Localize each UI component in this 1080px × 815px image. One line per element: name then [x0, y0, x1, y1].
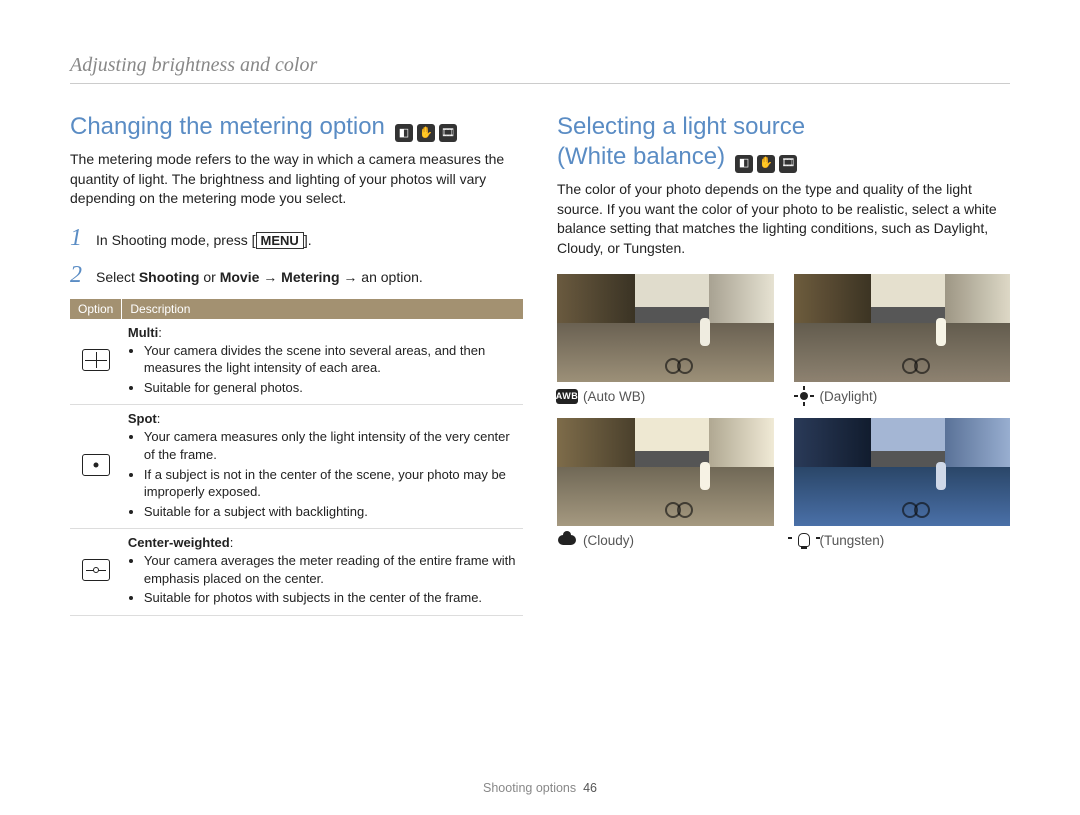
step-text-frag: → an option.	[340, 269, 423, 285]
left-intro: The metering mode refers to the way in w…	[70, 150, 523, 209]
step-text-frag: →	[259, 269, 281, 285]
wb-sample-tungsten: (Tungsten)	[794, 418, 1011, 548]
table-row: Spot: Your camera measures only the ligh…	[70, 405, 523, 529]
chapter-title: Adjusting brightness and color	[70, 54, 1010, 77]
option-bullet: Suitable for a subject with backlighting…	[144, 503, 517, 521]
wb-sample-auto: AWB (Auto WB)	[557, 274, 774, 404]
camera-p-icon: ◧	[735, 155, 753, 173]
title-line-2: (White balance)	[557, 142, 725, 172]
right-column: Selecting a light source (White balance)…	[557, 112, 1010, 616]
step-text-frag: or	[199, 269, 219, 285]
camera-p-icon: ◧	[395, 124, 413, 142]
right-section-title: Selecting a light source (White balance)…	[557, 112, 1010, 172]
daylight-icon	[794, 388, 814, 404]
metering-center-icon	[82, 559, 110, 581]
table-row: Multi: Your camera divides the scene int…	[70, 319, 523, 405]
page-footer: Shooting options 46	[70, 763, 1010, 795]
title-line-1: Selecting a light source	[557, 113, 805, 140]
tungsten-icon	[794, 532, 814, 548]
wb-sample-cloudy: (Cloudy)	[557, 418, 774, 548]
step-2: 2 Select Shooting or Movie → Metering → …	[70, 262, 523, 289]
wb-label-text: (Daylight)	[820, 389, 878, 404]
step-text-frag: ].	[304, 232, 312, 248]
option-bullet: Suitable for general photos.	[144, 379, 517, 397]
metering-spot-icon	[82, 454, 110, 476]
table-header: Description	[122, 299, 523, 319]
option-bullet: Your camera measures only the light inte…	[144, 428, 517, 463]
step-1: 1 In Shooting mode, press [MENU].	[70, 225, 523, 252]
step-bold: Shooting	[139, 269, 200, 285]
right-intro: The color of your photo depends on the t…	[557, 180, 1010, 258]
white-balance-grid: AWB (Auto WB) (Daylight)	[557, 274, 1010, 548]
table-header-row: Option Description	[70, 299, 523, 319]
wb-label-text: (Cloudy)	[583, 533, 634, 548]
wb-label-text: (Tungsten)	[820, 533, 885, 548]
left-section-title: Changing the metering option	[70, 112, 385, 142]
footer-section: Shooting options	[483, 781, 576, 795]
step-bold: Movie	[220, 269, 260, 285]
hand-icon: ✋	[757, 155, 775, 173]
auto-wb-icon: AWB	[557, 388, 577, 404]
option-bullet: Suitable for photos with subjects in the…	[144, 589, 517, 607]
wb-photo	[557, 418, 774, 526]
table-header: Option	[70, 299, 122, 319]
option-name: Multi	[128, 325, 158, 340]
divider	[70, 83, 1010, 84]
step-text: Select Shooting or Movie → Metering → an…	[96, 267, 523, 288]
step-text: In Shooting mode, press [MENU].	[96, 230, 523, 251]
option-name: Spot	[128, 411, 157, 426]
left-column: Changing the metering option ◧ ✋ 🎞 The m…	[70, 112, 523, 616]
option-bullet: Your camera averages the meter reading o…	[144, 552, 517, 587]
left-mode-icons: ◧ ✋ 🎞	[395, 124, 457, 142]
wb-sample-daylight: (Daylight)	[794, 274, 1011, 404]
menu-key: MENU	[256, 232, 304, 249]
option-bullet: Your camera divides the scene into sever…	[144, 342, 517, 377]
step-number: 1	[70, 225, 88, 252]
wb-photo	[557, 274, 774, 382]
film-icon: 🎞	[779, 155, 797, 173]
hand-icon: ✋	[417, 124, 435, 142]
step-text-frag: Select	[96, 269, 139, 285]
footer-page-number: 46	[583, 781, 597, 795]
film-icon: 🎞	[439, 124, 457, 142]
wb-photo	[794, 274, 1011, 382]
table-row: Center-weighted: Your camera averages th…	[70, 529, 523, 616]
option-bullet: If a subject is not in the center of the…	[144, 466, 517, 501]
step-bold: Metering	[281, 269, 339, 285]
step-text-frag: In Shooting mode, press [	[96, 232, 256, 248]
metering-multi-icon	[82, 349, 110, 371]
step-number: 2	[70, 262, 88, 289]
metering-options-table: Option Description Multi: Your camera di…	[70, 299, 523, 616]
wb-label-text: (Auto WB)	[583, 389, 645, 404]
option-name: Center-weighted	[128, 535, 230, 550]
right-mode-icons: ◧ ✋ 🎞	[735, 155, 797, 173]
cloudy-icon	[557, 532, 577, 548]
wb-photo	[794, 418, 1011, 526]
